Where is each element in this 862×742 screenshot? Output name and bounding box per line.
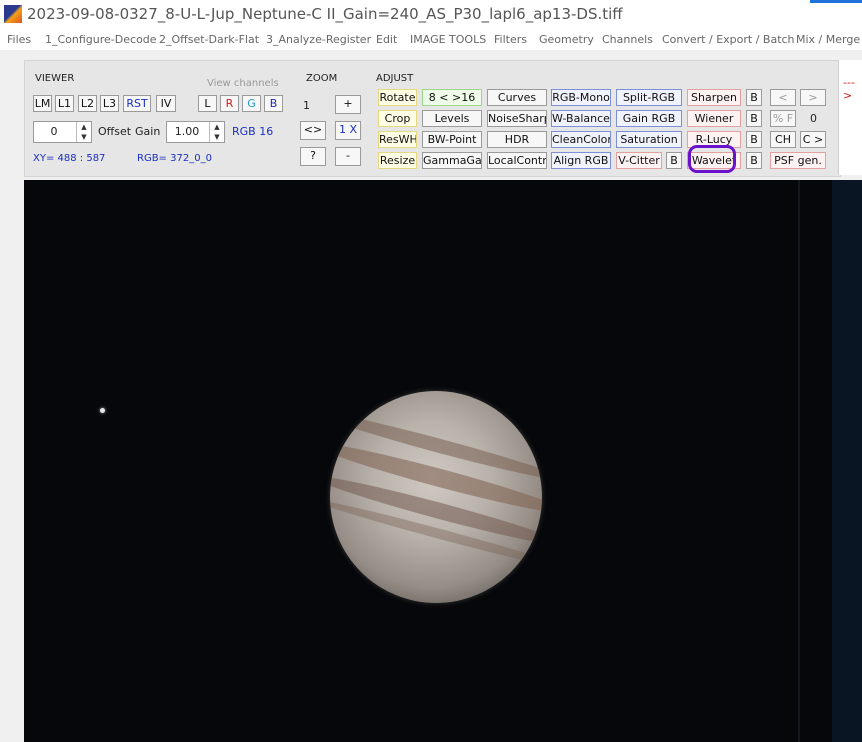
- view-channels-label: View channels: [207, 78, 279, 89]
- app-logo-icon: [4, 5, 22, 23]
- noisesharp-button[interactable]: NoiseSharp: [487, 110, 547, 127]
- v-citter-b-button[interactable]: B: [666, 152, 682, 169]
- zoom-1x-button[interactable]: 1 X: [335, 121, 361, 140]
- adjust-section-label: ADJUST: [376, 73, 414, 84]
- bit-depth-button[interactable]: 8 < >16: [422, 89, 482, 106]
- menu-filters[interactable]: Filters: [494, 33, 527, 46]
- menu-channels[interactable]: Channels: [602, 33, 653, 46]
- channel-r-button[interactable]: R: [220, 95, 239, 112]
- gain-rgb-button[interactable]: Gain RGB: [616, 110, 682, 127]
- rst-button[interactable]: RST: [123, 95, 151, 112]
- menu-image-tools[interactable]: IMAGE TOOLS: [410, 33, 486, 46]
- menu-edit[interactable]: Edit: [376, 33, 397, 46]
- zoom-fit-button[interactable]: <>: [300, 121, 326, 140]
- gammagain-button[interactable]: GammaGain: [422, 152, 482, 169]
- moon-dot: [100, 408, 105, 413]
- l3-button[interactable]: L3: [100, 95, 119, 112]
- c-next-button[interactable]: C >: [800, 131, 826, 148]
- l2-button[interactable]: L2: [78, 95, 97, 112]
- channel-g-button[interactable]: G: [242, 95, 261, 112]
- gain-spin-arrows-icon[interactable]: ▲ ▼: [209, 122, 224, 142]
- counter-value: 0: [810, 112, 817, 125]
- ch-button[interactable]: CH: [770, 131, 796, 148]
- wiener-button[interactable]: Wiener: [687, 110, 741, 127]
- menu-analyze-register[interactable]: 3_Analyze-Register: [266, 33, 371, 46]
- rgb-mono-button[interactable]: RGB-Mono: [551, 89, 611, 106]
- percent-f-button[interactable]: % F: [770, 110, 796, 127]
- zoom-out-button[interactable]: -: [335, 147, 361, 166]
- r-lucy-b-button[interactable]: B: [746, 131, 762, 148]
- wavelet-highlight-circle: [688, 145, 736, 173]
- v-citter-button[interactable]: V-Citter: [616, 152, 662, 169]
- menu-convert-export-batch[interactable]: Convert / Export / Batch: [662, 33, 795, 46]
- channel-b-button[interactable]: B: [264, 95, 283, 112]
- localcontr-button[interactable]: LocalContr: [487, 152, 547, 169]
- lm-button[interactable]: LM: [33, 95, 52, 112]
- menu-mix-merge[interactable]: Mix / Merge: [796, 33, 860, 46]
- menu-offset-dark-flat[interactable]: 2_Offset-Dark-Flat: [159, 33, 259, 46]
- sharpen-b-button[interactable]: B: [746, 89, 762, 106]
- zoom-in-button[interactable]: +: [335, 95, 361, 114]
- arrow-label: --->: [843, 76, 855, 102]
- rgb-readout: RGB= 372_0_0: [137, 153, 212, 164]
- w-balance-button[interactable]: W-Balance: [551, 110, 611, 127]
- next-button[interactable]: >: [800, 89, 826, 106]
- resize-button[interactable]: Resize: [378, 152, 417, 169]
- offset-spin-arrows-icon[interactable]: ▲ ▼: [76, 122, 91, 142]
- channel-l-button[interactable]: L: [198, 95, 217, 112]
- cleancolor-button[interactable]: CleanColor: [551, 131, 611, 148]
- zoom-section-label: ZOOM: [306, 73, 338, 84]
- jupiter-planet: [330, 391, 542, 603]
- help-button[interactable]: ?: [300, 147, 326, 166]
- control-panel: VIEWER View channels LM L1 L2 L3 RST IV …: [24, 60, 841, 177]
- bw-point-button[interactable]: BW-Point: [422, 131, 482, 148]
- title-accent-bar: [810, 0, 862, 3]
- offset-label: Offset: [98, 125, 132, 138]
- menu-bar: Files 1_Configure-Decode 2_Offset-Dark-F…: [0, 30, 862, 50]
- wavelet-b-button[interactable]: B: [746, 152, 762, 169]
- gain-label: Gain: [135, 125, 161, 138]
- gain-value: 1.00: [174, 125, 200, 138]
- iv-button[interactable]: IV: [156, 95, 176, 112]
- offset-stepper[interactable]: 0 ▲ ▼: [33, 121, 92, 143]
- curves-button[interactable]: Curves: [487, 89, 547, 106]
- prev-button[interactable]: <: [770, 89, 796, 106]
- reswh-button[interactable]: ResWH: [378, 131, 417, 148]
- sharpen-button[interactable]: Sharpen: [687, 89, 741, 106]
- image-viewport-edge: [832, 180, 862, 742]
- viewer-section-label: VIEWER: [35, 73, 75, 84]
- saturation-button[interactable]: Saturation: [616, 131, 682, 148]
- offset-value: 0: [50, 125, 58, 138]
- wiener-b-button[interactable]: B: [746, 110, 762, 127]
- zoom-level: 1: [303, 99, 310, 112]
- image-seam: [798, 180, 800, 742]
- crop-button[interactable]: Crop: [378, 110, 417, 127]
- split-rgb-button[interactable]: Split-RGB: [616, 89, 682, 106]
- menu-files[interactable]: Files: [7, 33, 31, 46]
- xy-readout: XY= 488 : 587: [33, 153, 106, 164]
- title-bar: 2023-09-08-0327_8-U-L-Jup_Neptune-C II_G…: [0, 0, 862, 30]
- right-strip-panel: --->: [838, 60, 862, 175]
- l1-button[interactable]: L1: [55, 95, 74, 112]
- psf-gen-button[interactable]: PSF gen.: [770, 152, 826, 169]
- align-rgb-button[interactable]: Align RGB: [551, 152, 611, 169]
- rgb-depth-label: RGB 16: [232, 125, 274, 138]
- menu-configure-decode[interactable]: 1_Configure-Decode: [45, 33, 157, 46]
- rotate-button[interactable]: Rotate: [378, 89, 417, 106]
- menu-geometry[interactable]: Geometry: [539, 33, 594, 46]
- gain-stepper[interactable]: 1.00 ▲ ▼: [166, 121, 225, 143]
- levels-button[interactable]: Levels: [422, 110, 482, 127]
- hdr-button[interactable]: HDR: [487, 131, 547, 148]
- window-title: 2023-09-08-0327_8-U-L-Jup_Neptune-C II_G…: [27, 5, 623, 23]
